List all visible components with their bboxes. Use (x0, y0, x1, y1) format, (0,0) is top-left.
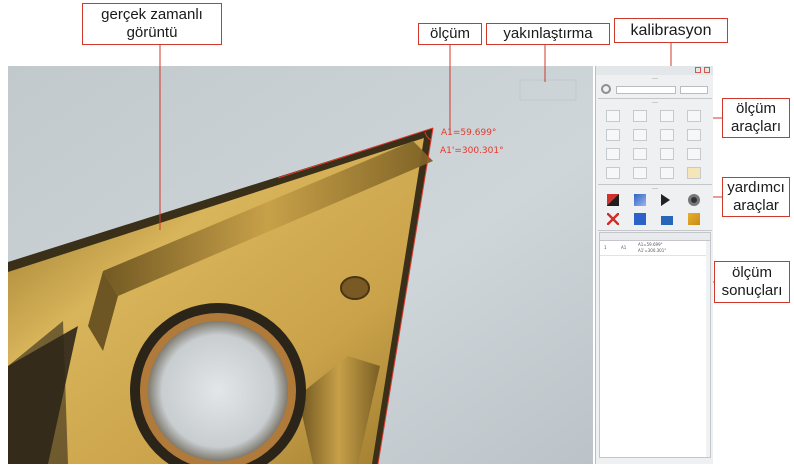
color-picker-icon[interactable] (607, 194, 619, 206)
folder-icon[interactable] (661, 216, 673, 225)
live-view-canvas[interactable]: A1=59.699° A1'=300.301° (8, 66, 593, 464)
gear-icon[interactable] (601, 84, 611, 94)
delete-icon[interactable] (607, 213, 619, 225)
callout-measure-tools-line2: araçları (730, 118, 782, 135)
results-table: 1 A1 A1=59.699° A1'=300.301° (599, 232, 711, 458)
tool-ellipse[interactable] (687, 148, 701, 160)
tool-rectangle[interactable] (687, 129, 701, 141)
calibration-select[interactable] (616, 86, 676, 94)
panel-titlebar (596, 66, 713, 75)
settings-tool-icon[interactable] (688, 194, 700, 206)
callout-aux-tools-line2: araçlar (733, 197, 779, 214)
callout-calibration: kalibrasyon (614, 18, 728, 43)
tool-arc[interactable] (606, 167, 620, 179)
callout-zoom: yakınlaştırma (486, 23, 610, 45)
unit-select[interactable] (680, 86, 708, 94)
callout-zoom-label: yakınlaştırma (503, 25, 593, 42)
divider-1 (598, 98, 712, 99)
tool-circle[interactable] (606, 148, 620, 160)
insert-image (8, 66, 593, 464)
results-scrollbar[interactable] (706, 241, 710, 457)
close-icon[interactable] (704, 67, 710, 73)
callout-live-view: gerçek zamanlı görüntü (82, 3, 222, 45)
callout-measure-tools-line1: ölçüm (735, 100, 776, 117)
angle-readout-a1-prime: A1'=300.301° (440, 146, 504, 156)
callout-live-view-line2: görüntü (126, 24, 178, 41)
tool-crosshair[interactable] (687, 110, 701, 122)
row-index: 1 (604, 245, 607, 250)
tool-perpendicular[interactable] (633, 129, 647, 141)
play-icon[interactable] (661, 194, 670, 206)
callout-live-view-line1: gerçek zamanlı (101, 6, 203, 23)
tool-hline[interactable] (633, 110, 647, 122)
table-row[interactable]: 1 A1 A1=59.699° A1'=300.301° (600, 241, 710, 256)
control-panel: ––– ––– ––– 1 A1 A1=59.699° A1'=300.301° (595, 66, 713, 464)
angle-readout-a1: A1=59.699° (441, 128, 497, 138)
row-value-2: A1'=300.301° (638, 248, 667, 253)
edit-icon[interactable] (634, 213, 646, 225)
tool-angle[interactable] (660, 129, 674, 141)
callout-measure-tools: ölçüm araçları (722, 98, 790, 138)
callout-results-line1: ölçüm (731, 264, 772, 281)
font-icon[interactable] (634, 194, 646, 206)
tool-concentric[interactable] (660, 148, 674, 160)
callout-measure: ölçüm (418, 23, 482, 45)
tool-circle-3pt[interactable] (633, 148, 647, 160)
divider-3 (598, 230, 712, 231)
row-value-1: A1=59.699° (638, 242, 663, 247)
tool-parallel[interactable] (606, 129, 620, 141)
results-header (600, 233, 710, 241)
tool-text[interactable] (687, 167, 701, 179)
callout-measure-label: ölçüm (429, 25, 470, 42)
measure-tools-title: ––– (652, 100, 658, 105)
callout-results: ölçüm sonuçları (714, 261, 790, 303)
callout-calibration-label: kalibrasyon (630, 22, 712, 39)
calibration-section-title: ––– (652, 76, 658, 81)
row-type: A1 (621, 245, 627, 250)
tool-polygon[interactable] (633, 167, 647, 179)
aux-tools-title: ––– (652, 186, 658, 191)
tool-curve[interactable] (660, 167, 674, 179)
minimize-icon[interactable] (695, 67, 701, 73)
tool-line[interactable] (606, 110, 620, 122)
callout-results-line2: sonuçları (721, 282, 783, 299)
callout-aux-tools-line1: yardımcı (727, 179, 785, 196)
export-icon[interactable] (688, 213, 700, 225)
tool-vline[interactable] (660, 110, 674, 122)
callout-aux-tools: yardımcı araçlar (722, 177, 790, 217)
divider-2 (598, 184, 712, 185)
